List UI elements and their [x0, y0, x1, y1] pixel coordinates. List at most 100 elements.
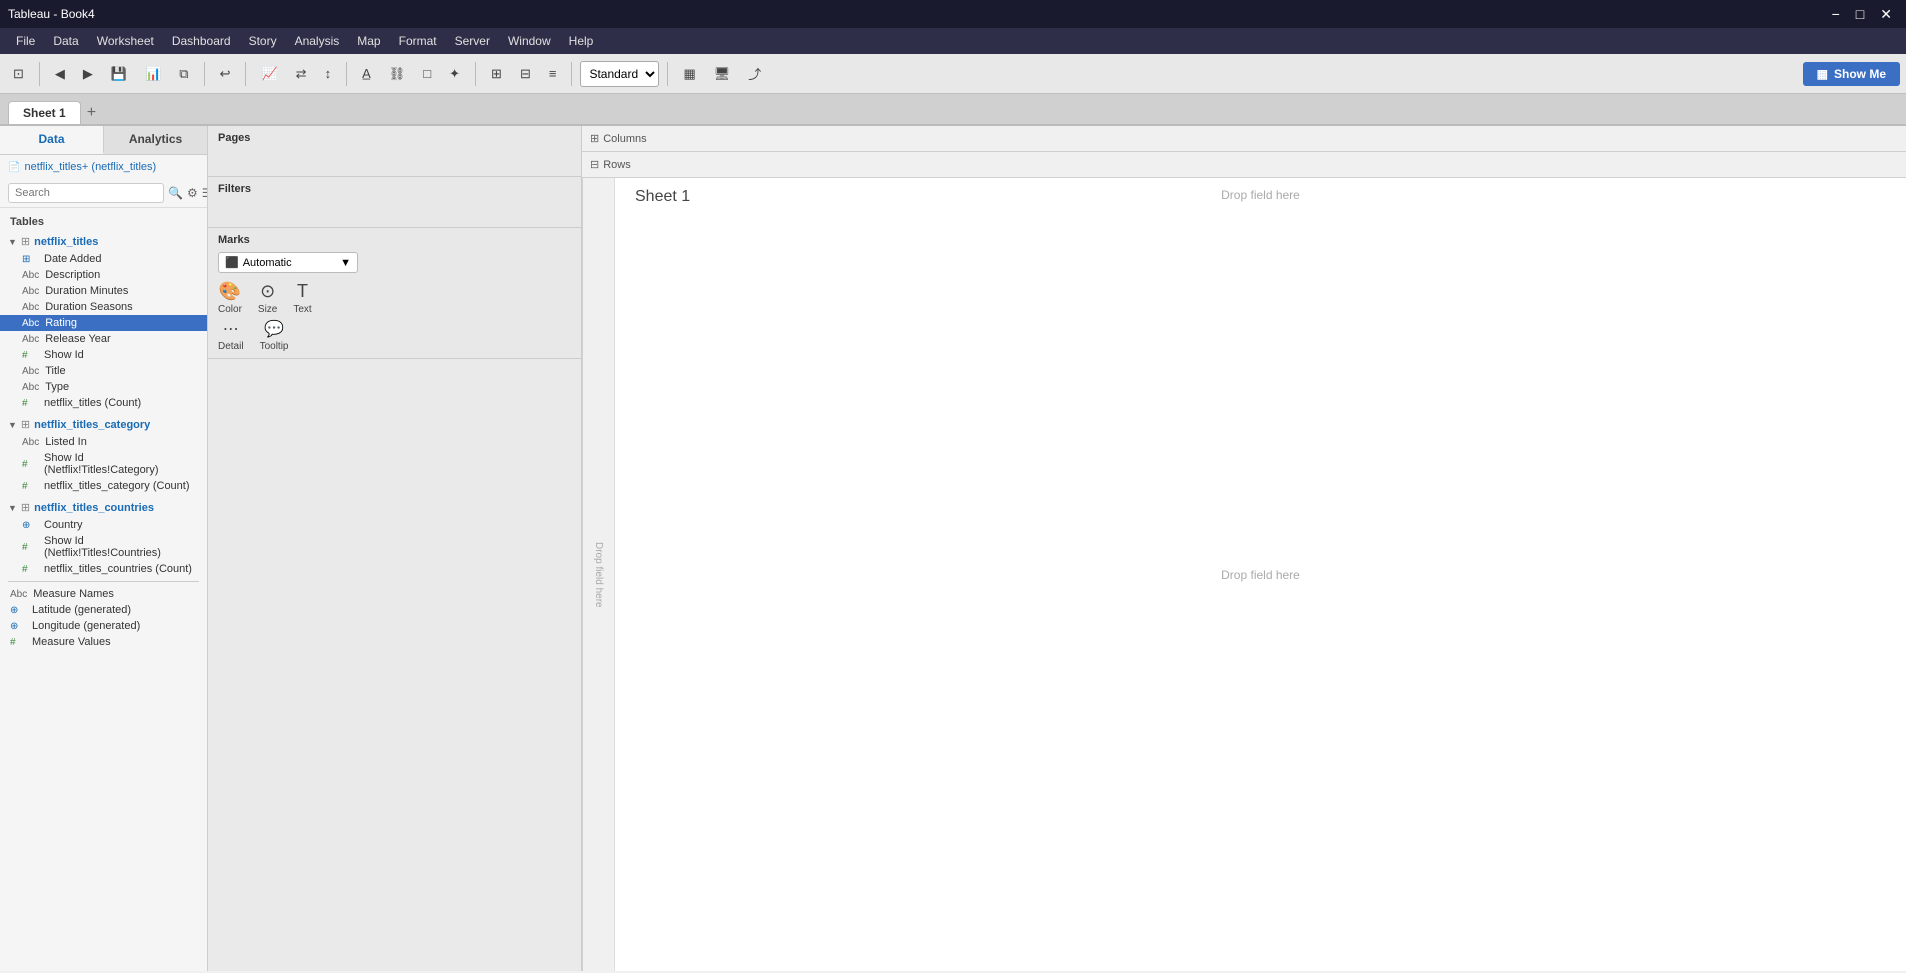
- menu-story[interactable]: Story: [241, 31, 285, 51]
- toolbar-back[interactable]: ◀: [48, 62, 72, 86]
- menu-file[interactable]: File: [8, 31, 43, 51]
- field-duration-minutes[interactable]: Abc Duration Minutes: [0, 283, 207, 299]
- text-button[interactable]: T Text: [293, 281, 311, 315]
- toolbar-highlight[interactable]: A̲: [355, 62, 378, 85]
- menu-data[interactable]: Data: [45, 31, 86, 51]
- close-button[interactable]: ✕: [1874, 4, 1898, 25]
- toolbar-fit-2[interactable]: ⊟: [513, 62, 538, 86]
- field-countries-count[interactable]: # netflix_titles_countries (Count): [0, 561, 207, 577]
- sheet-tab-1-label: Sheet 1: [23, 106, 66, 120]
- menu-format[interactable]: Format: [391, 31, 445, 51]
- field-show-id[interactable]: # Show Id: [0, 347, 207, 363]
- menu-dashboard[interactable]: Dashboard: [164, 31, 239, 51]
- table-group-category-header[interactable]: ▼ ⊞ netflix_titles_category: [0, 415, 207, 434]
- sheet-tab-1[interactable]: Sheet 1: [8, 101, 81, 124]
- toolbar-fit-3[interactable]: ≡: [542, 62, 564, 85]
- field-measure-names[interactable]: Abc Measure Names: [0, 586, 207, 602]
- field-release-year[interactable]: Abc Release Year: [0, 331, 207, 347]
- field-date-added[interactable]: ⊞ Date Added: [0, 251, 207, 267]
- toolbar-undo[interactable]: ↩: [213, 62, 238, 86]
- add-tab-button[interactable]: +: [81, 104, 102, 122]
- toolbar-new-datasource[interactable]: 📊: [138, 62, 168, 86]
- field-name: Listed In: [45, 436, 87, 448]
- toolbar-forward[interactable]: ▶: [76, 62, 100, 86]
- field-title[interactable]: Abc Title: [0, 363, 207, 379]
- countries-table-name: netflix_titles_countries: [34, 502, 154, 514]
- size-button[interactable]: ⊙ Size: [258, 281, 277, 315]
- field-name: Release Year: [45, 333, 110, 345]
- number-icon: #: [22, 459, 38, 470]
- field-show-id-countries[interactable]: # Show Id (Netflix!Titles!Countries): [0, 533, 207, 561]
- toolbar-monitor[interactable]: 🖥: [707, 62, 738, 86]
- analytics-tab[interactable]: Analytics: [104, 126, 207, 154]
- table-group-countries-header[interactable]: ▼ ⊞ netflix_titles_countries: [0, 498, 207, 517]
- rows-label: ⊟ Rows: [582, 154, 652, 175]
- field-name: netflix_titles (Count): [44, 397, 141, 409]
- menu-window[interactable]: Window: [500, 31, 559, 51]
- menu-analysis[interactable]: Analysis: [287, 31, 348, 51]
- field-longitude[interactable]: ⊕ Longitude (generated): [0, 618, 207, 634]
- columns-icon: ⊞: [590, 132, 599, 145]
- tables-header: Tables: [0, 212, 207, 232]
- field-latitude[interactable]: ⊕ Latitude (generated): [0, 602, 207, 618]
- menu-server[interactable]: Server: [447, 31, 498, 51]
- toolbar-sep-2: [204, 62, 205, 86]
- field-rating[interactable]: Abc Rating: [0, 315, 207, 331]
- field-listed-in[interactable]: Abc Listed In: [0, 434, 207, 450]
- field-name: Measure Names: [33, 588, 114, 600]
- field-name: Description: [45, 269, 100, 281]
- string-icon: Abc: [22, 437, 39, 448]
- menu-map[interactable]: Map: [349, 31, 388, 51]
- rows-text: Rows: [603, 159, 631, 171]
- toolbar-sep-4: [346, 62, 347, 86]
- toolbar-label[interactable]: □: [416, 62, 438, 85]
- field-category-count[interactable]: # netflix_titles_category (Count): [0, 478, 207, 494]
- menu-help[interactable]: Help: [561, 31, 602, 51]
- field-measure-values[interactable]: # Measure Values: [0, 634, 207, 650]
- marks-type-select[interactable]: ⬛ Automatic ▼: [218, 252, 358, 273]
- title-bar: Tableau - Book4 − □ ✕: [0, 0, 1906, 28]
- detail-button[interactable]: ⋯ Detail: [218, 319, 244, 352]
- toolbar-chart[interactable]: 📈: [254, 62, 284, 86]
- top-drop-field[interactable]: Drop field here: [1221, 188, 1300, 202]
- field-name: Title: [45, 365, 65, 377]
- left-drop-zone[interactable]: Drop field here: [583, 178, 615, 971]
- minimize-button[interactable]: −: [1826, 4, 1846, 25]
- table-group-netflix-titles-header[interactable]: ▼ ⊞ netflix_titles: [0, 232, 207, 251]
- field-netflix-titles-count[interactable]: # netflix_titles (Count): [0, 395, 207, 411]
- toolbar-duplicate[interactable]: ⧉: [172, 62, 195, 86]
- rows-icon: ⊟: [590, 158, 599, 171]
- toolbar-share[interactable]: ⤴: [741, 60, 768, 87]
- field-description[interactable]: Abc Description: [0, 267, 207, 283]
- columns-drop-zone[interactable]: [655, 127, 1906, 151]
- toolbar-home[interactable]: ⊡: [6, 62, 31, 86]
- window-title: Tableau - Book4: [8, 7, 95, 21]
- field-country[interactable]: ⊕ Country: [0, 517, 207, 533]
- tooltip-button[interactable]: 💬 Tooltip: [260, 319, 289, 352]
- toolbar-swap[interactable]: ⇄: [289, 62, 314, 86]
- toolbar-sort[interactable]: ↕: [318, 62, 339, 85]
- rows-drop-zone[interactable]: [652, 153, 1906, 177]
- maximize-button[interactable]: □: [1850, 4, 1870, 25]
- toolbar-bar-chart[interactable]: ▦: [676, 62, 702, 86]
- window-controls: − □ ✕: [1826, 4, 1898, 25]
- menu-worksheet[interactable]: Worksheet: [89, 31, 162, 51]
- filter-icon[interactable]: ⚙: [187, 186, 198, 200]
- toolbar-pin[interactable]: ✦: [442, 62, 467, 86]
- center-drop-field[interactable]: Drop field here: [1221, 568, 1300, 582]
- pages-title: Pages: [218, 132, 571, 144]
- search-input[interactable]: [8, 183, 164, 203]
- filters-title: Filters: [218, 183, 571, 195]
- color-button[interactable]: 🎨 Color: [218, 281, 242, 315]
- toolbar-save[interactable]: 💾: [104, 62, 134, 86]
- tables-section: Tables ▼ ⊞ netflix_titles ⊞ Date Added A…: [0, 208, 207, 971]
- show-me-button[interactable]: ▦ Show Me: [1803, 62, 1900, 86]
- data-tab[interactable]: Data: [0, 126, 104, 154]
- field-show-id-category[interactable]: # Show Id (Netflix!Titles!Category): [0, 450, 207, 478]
- toolbar-fit-1[interactable]: ⊞: [484, 62, 509, 86]
- toolbar-group[interactable]: ⛓: [382, 62, 413, 86]
- standard-select[interactable]: Standard: [580, 61, 659, 87]
- field-duration-seasons[interactable]: Abc Duration Seasons: [0, 299, 207, 315]
- field-type[interactable]: Abc Type: [0, 379, 207, 395]
- color-label: Color: [218, 304, 242, 315]
